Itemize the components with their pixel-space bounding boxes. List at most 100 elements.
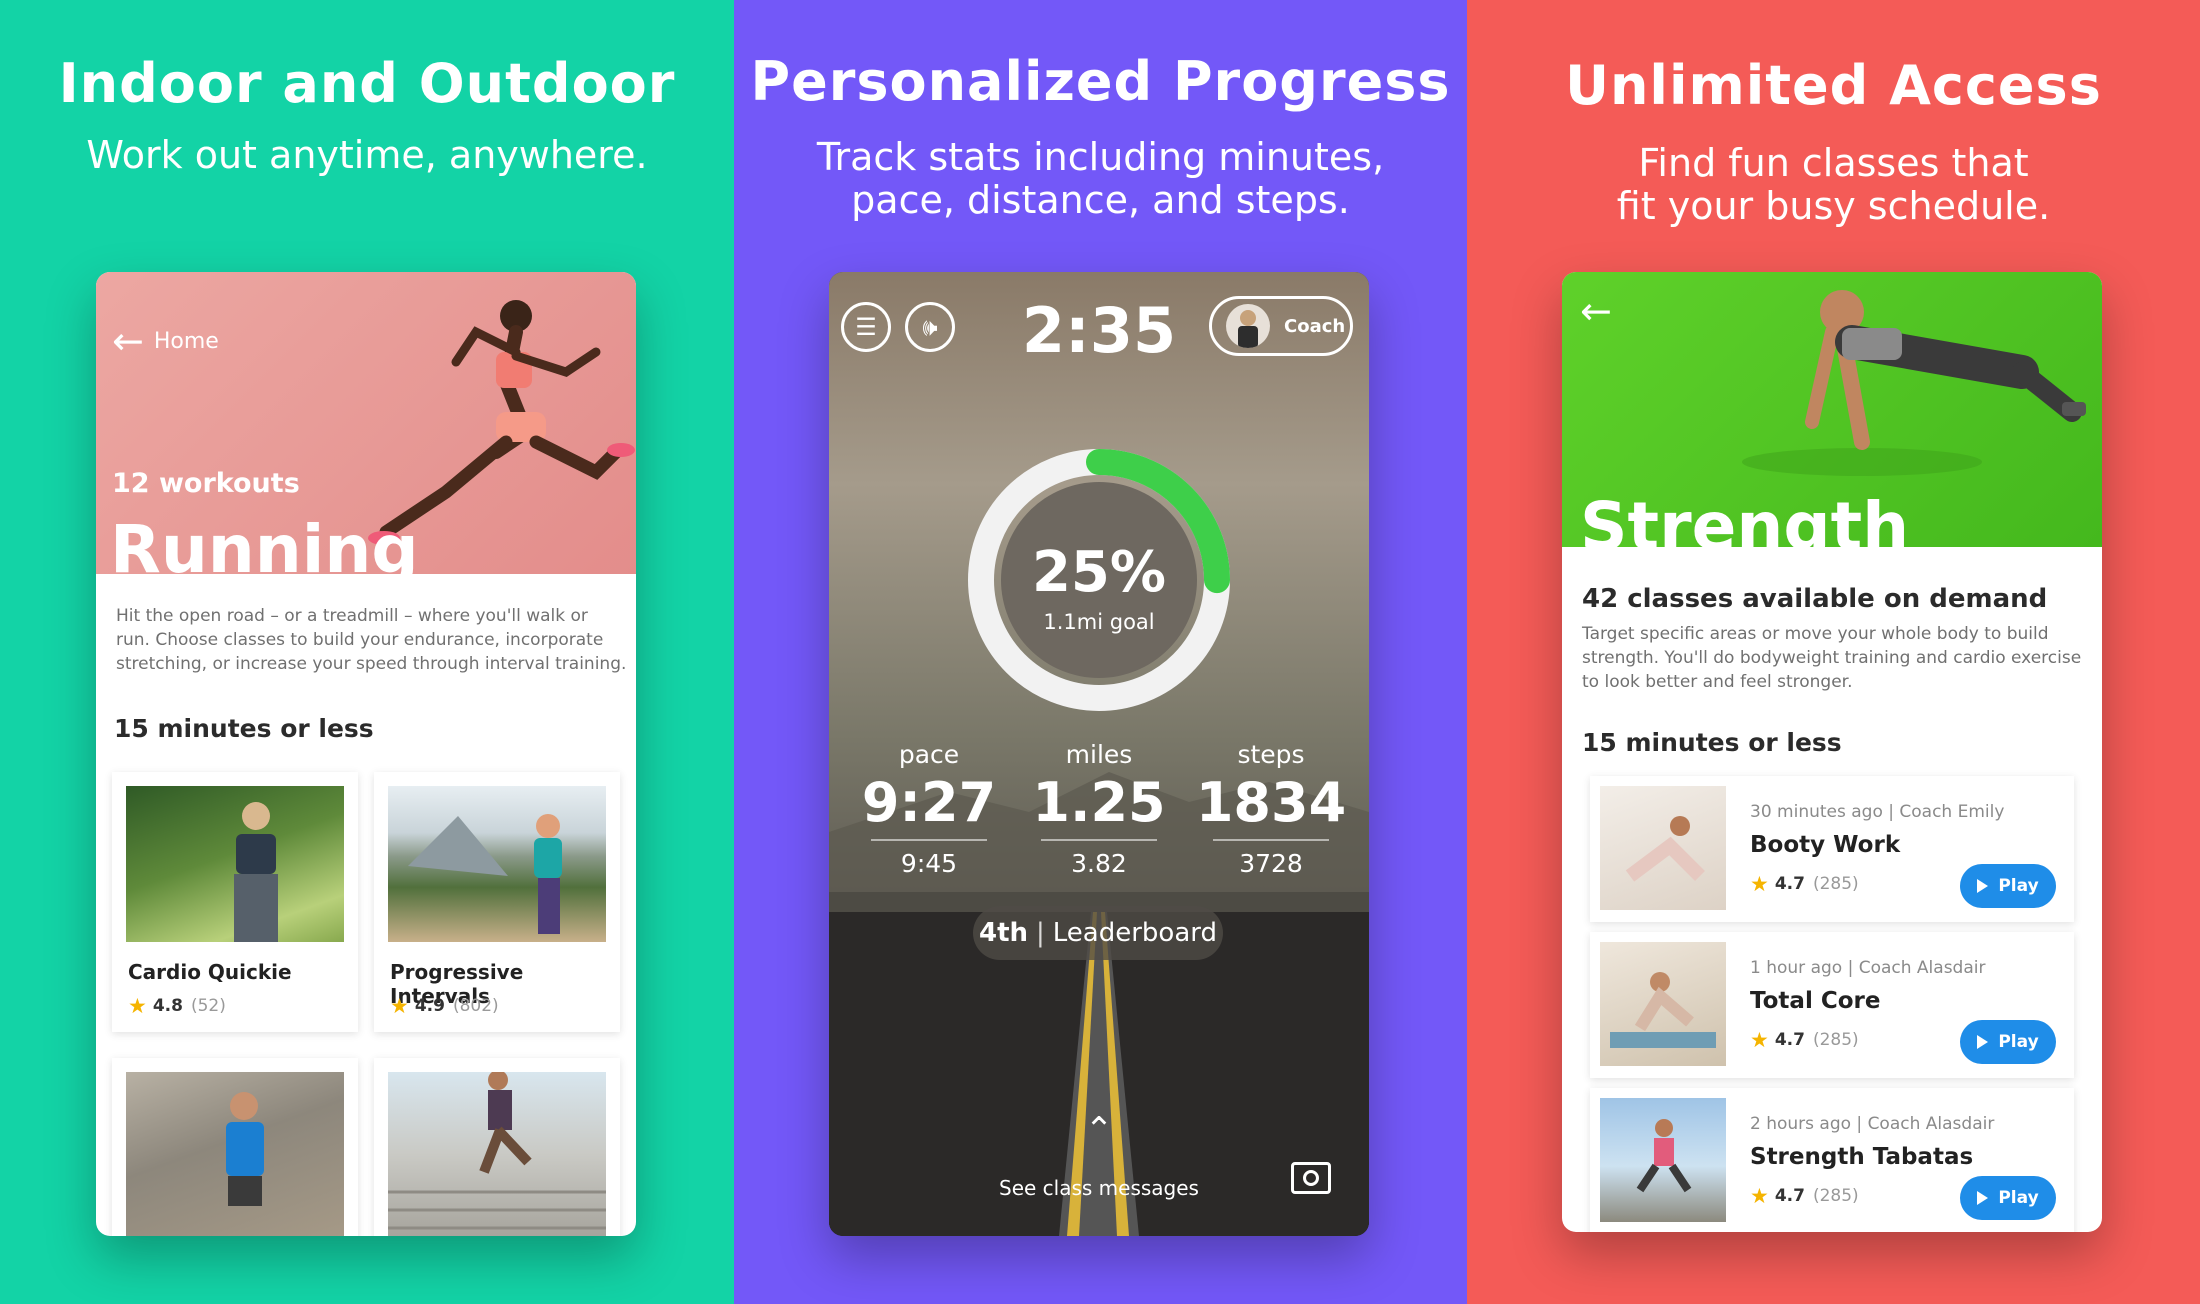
stat-secondary: 3.82 bbox=[1071, 849, 1127, 878]
strength-category-card: ← Strength 42 classes available on deman… bbox=[1562, 272, 2102, 1232]
chevron-up-icon[interactable]: ⌃ bbox=[829, 1110, 1369, 1150]
class-meta: 1 hour ago | Coach Alasdair bbox=[1750, 958, 1986, 978]
star-icon: ★ bbox=[1750, 1028, 1769, 1052]
stat-divider bbox=[871, 839, 987, 841]
play-label: Play bbox=[1998, 1188, 2039, 1208]
stat-value: 9:27 bbox=[861, 771, 997, 834]
class-thumbnail-figure bbox=[1610, 972, 1716, 1048]
class-row-total-core[interactable]: 1 hour ago | Coach Alasdair Total Core ★… bbox=[1590, 932, 2074, 1078]
man-runner-figure bbox=[226, 1092, 264, 1206]
class-thumbnail-figure bbox=[1636, 1119, 1692, 1193]
play-icon bbox=[1977, 1035, 1989, 1049]
back-home-button[interactable]: ← Home bbox=[112, 322, 219, 360]
class-meta: 2 hours ago | Coach Alasdair bbox=[1750, 1114, 1995, 1134]
workout-rating: ★ 4.8 (52) bbox=[128, 994, 226, 1018]
rating-value: 4.7 bbox=[1774, 1030, 1805, 1050]
progress-ring: 25% 1.1mi goal bbox=[963, 444, 1235, 716]
class-name: Strength Tabatas bbox=[1750, 1144, 1974, 1170]
rating-value: 4.7 bbox=[1774, 874, 1805, 894]
play-label: Play bbox=[1998, 876, 2039, 896]
camera-icon[interactable] bbox=[1291, 1162, 1331, 1194]
play-label: Play bbox=[1998, 1032, 2039, 1052]
run-tracker-card: ☰ 🕪 2:35 Coach 25% 1.1mi goal pace 9:27 … bbox=[829, 272, 1369, 1236]
trail-runner-figure bbox=[408, 814, 562, 934]
stat-label: miles bbox=[1065, 740, 1133, 769]
subtitle-line: Find fun classes that bbox=[1638, 141, 2029, 185]
description-line: to look better and feel stronger. bbox=[1582, 672, 1853, 692]
stat-label: steps bbox=[1237, 740, 1305, 769]
coach-button[interactable]: Coach bbox=[1209, 296, 1353, 356]
back-button[interactable]: ← bbox=[1580, 292, 1622, 330]
rating-value: 4.8 bbox=[152, 996, 183, 1016]
class-rating: ★ 4.7 (285) bbox=[1750, 872, 1859, 896]
workout-tile[interactable] bbox=[112, 1058, 358, 1236]
play-button[interactable]: Play bbox=[1960, 1020, 2056, 1064]
review-count: (52) bbox=[190, 996, 226, 1016]
camera-lens bbox=[1303, 1170, 1319, 1186]
stat-pace: pace 9:27 9:45 bbox=[849, 740, 1009, 878]
arrow-left-icon: ← bbox=[1580, 289, 1612, 333]
category-description: Hit the open road – or a treadmill – whe… bbox=[116, 604, 626, 676]
workout-thumbnail bbox=[388, 786, 606, 942]
running-category-card: ← Home 12 workouts Running Hit the open … bbox=[96, 272, 636, 1236]
section-heading: 15 minutes or less bbox=[114, 714, 374, 743]
running-hero-image: ← Home 12 workouts Running bbox=[96, 272, 636, 583]
class-thumbnail bbox=[1600, 1098, 1726, 1222]
leaderboard-rank: 4th bbox=[978, 918, 1029, 948]
subtitle-line: fit your busy schedule. bbox=[1616, 184, 2051, 228]
class-messages-button[interactable]: See class messages bbox=[829, 1176, 1369, 1200]
star-icon: ★ bbox=[128, 994, 147, 1018]
stat-secondary: 9:45 bbox=[900, 849, 958, 878]
stat-label: pace bbox=[898, 740, 960, 769]
separator: | bbox=[1036, 918, 1045, 948]
panel-title: Indoor and Outdoor bbox=[58, 52, 676, 115]
rating-value: 4.7 bbox=[1774, 1186, 1805, 1206]
workout-tile-progressive-intervals[interactable]: Progressive Intervals ★ 4.9 (802) bbox=[374, 772, 620, 1032]
workout-count: 12 workouts bbox=[112, 468, 300, 499]
workout-name: Cardio Quickie bbox=[128, 960, 292, 984]
workout-thumbnail bbox=[388, 1070, 606, 1236]
play-button[interactable]: Play bbox=[1960, 1176, 2056, 1220]
description-line: stretching, or increase your speed throu… bbox=[116, 654, 627, 674]
star-icon: ★ bbox=[1750, 872, 1769, 896]
stair-runner-figure bbox=[388, 1070, 606, 1230]
leaderboard-label: Leaderboard bbox=[1052, 918, 1218, 948]
panel-personalized-progress: Personalized Progress Track stats includ… bbox=[734, 0, 1467, 1304]
section-heading: 15 minutes or less bbox=[1582, 728, 1842, 757]
back-label: Home bbox=[153, 328, 219, 354]
panel-unlimited-access: Unlimited Access Find fun classes that f… bbox=[1467, 0, 2200, 1304]
subtitle-line: pace, distance, and steps. bbox=[851, 178, 1350, 222]
star-icon: ★ bbox=[1750, 1184, 1769, 1208]
class-thumbnail bbox=[1600, 786, 1726, 910]
class-meta: 30 minutes ago | Coach Emily bbox=[1750, 802, 2005, 822]
stat-divider bbox=[1213, 839, 1329, 841]
class-row-booty-work[interactable]: 30 minutes ago | Coach Emily Booty Work … bbox=[1590, 776, 2074, 922]
description-line: strength. You'll do bodyweight training … bbox=[1582, 648, 2082, 668]
coach-avatar bbox=[1226, 304, 1270, 348]
workout-tile[interactable] bbox=[374, 1058, 620, 1236]
review-count: (285) bbox=[1812, 1030, 1859, 1050]
class-name: Booty Work bbox=[1750, 832, 1901, 858]
arrow-left-icon: ← bbox=[112, 319, 144, 363]
workout-thumbnail bbox=[126, 1072, 344, 1236]
class-rating: ★ 4.7 (285) bbox=[1750, 1028, 1859, 1052]
workout-rating: ★ 4.9 (802) bbox=[390, 994, 499, 1018]
rating-value: 4.9 bbox=[414, 996, 445, 1016]
play-button[interactable]: Play bbox=[1960, 864, 2056, 908]
stat-value: 1.25 bbox=[1032, 771, 1166, 834]
category-title: Strength bbox=[1580, 488, 1910, 565]
class-thumbnail-figure bbox=[1625, 816, 1705, 882]
class-row-strength-tabatas[interactable]: 2 hours ago | Coach Alasdair Strength Ta… bbox=[1590, 1088, 2074, 1232]
leaderboard-button[interactable]: 4th | Leaderboard bbox=[973, 906, 1223, 960]
review-count: (802) bbox=[452, 996, 499, 1016]
workout-tile-cardio-quickie[interactable]: Cardio Quickie ★ 4.8 (52) bbox=[112, 772, 358, 1032]
class-thumbnail bbox=[1600, 942, 1726, 1066]
description-line: Hit the open road – or a treadmill – whe… bbox=[116, 606, 588, 626]
review-count: (285) bbox=[1812, 874, 1859, 894]
panel-subtitle: Find fun classes that fit your busy sche… bbox=[1467, 142, 2200, 228]
panel-subtitle: Track stats including minutes, pace, dis… bbox=[734, 136, 1467, 222]
workout-thumbnail bbox=[126, 786, 344, 942]
coach-avatar-figure bbox=[1238, 310, 1258, 348]
woman-runner-figure bbox=[234, 802, 278, 942]
stat-value: 1834 bbox=[1195, 771, 1347, 834]
